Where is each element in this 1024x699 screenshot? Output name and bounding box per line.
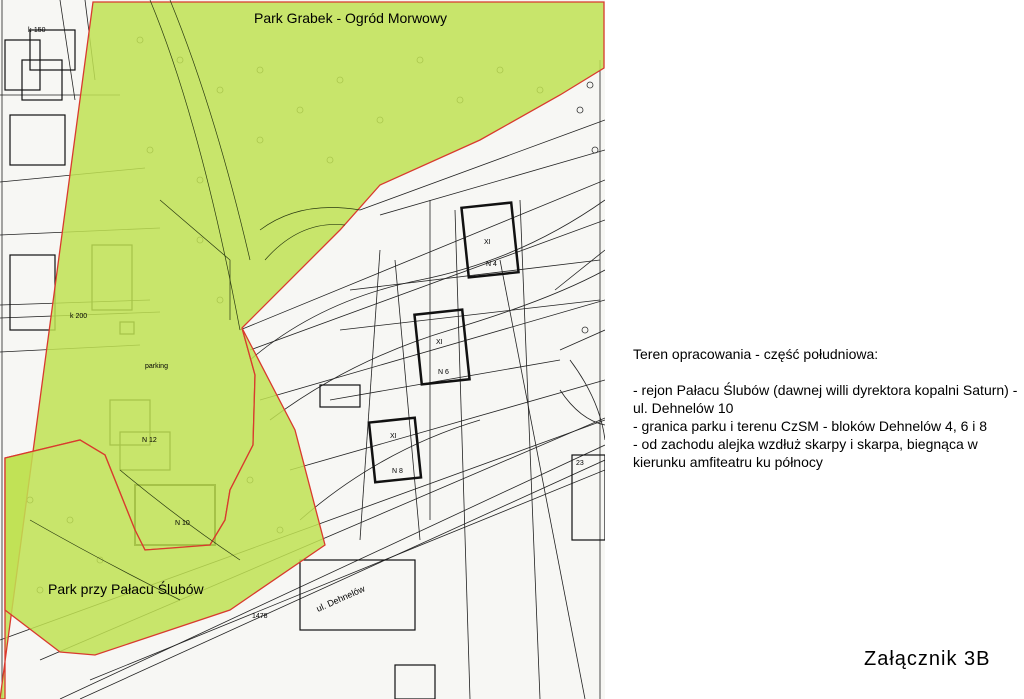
- panel-spacer: [633, 363, 1018, 381]
- building-mark-n6: N 6: [438, 369, 449, 376]
- parking-mark: parking: [145, 363, 168, 370]
- building-mark-2: XI: [436, 339, 443, 346]
- height-mark-k200: k 200: [70, 313, 87, 320]
- building-mark-23: 23: [576, 460, 584, 467]
- building-mark-n4: N 4: [486, 261, 497, 268]
- height-mark-k150: k-150: [28, 27, 46, 34]
- park-south-label: Park przy Pałacu Ślubów: [48, 581, 204, 597]
- building-mark-n12: N 12: [142, 437, 157, 444]
- description-panel: Teren opracowania - część południowa: - …: [633, 345, 1018, 471]
- height-mark-1478: 1478: [252, 613, 268, 620]
- building-mark-n10: N 10: [175, 520, 190, 527]
- panel-item-2: - granica parku i terenu CzSM - bloków D…: [633, 418, 988, 434]
- panel-item-1: - rejon Pałacu Ślubów (dawnej willi dyre…: [633, 382, 1018, 416]
- panel-item-3: - od zachodu alejka wzdłuż skarpy i skar…: [633, 436, 978, 470]
- building-mark-3: XI: [390, 433, 397, 440]
- building-mark-1: XI: [484, 239, 491, 246]
- park-north-label: Park Grabek - Ogród Morwowy: [254, 10, 447, 26]
- panel-heading: Teren opracowania - część południowa:: [633, 346, 879, 362]
- attachment-label: Załącznik 3B: [864, 648, 991, 670]
- building-mark-n8: N 8: [392, 468, 403, 475]
